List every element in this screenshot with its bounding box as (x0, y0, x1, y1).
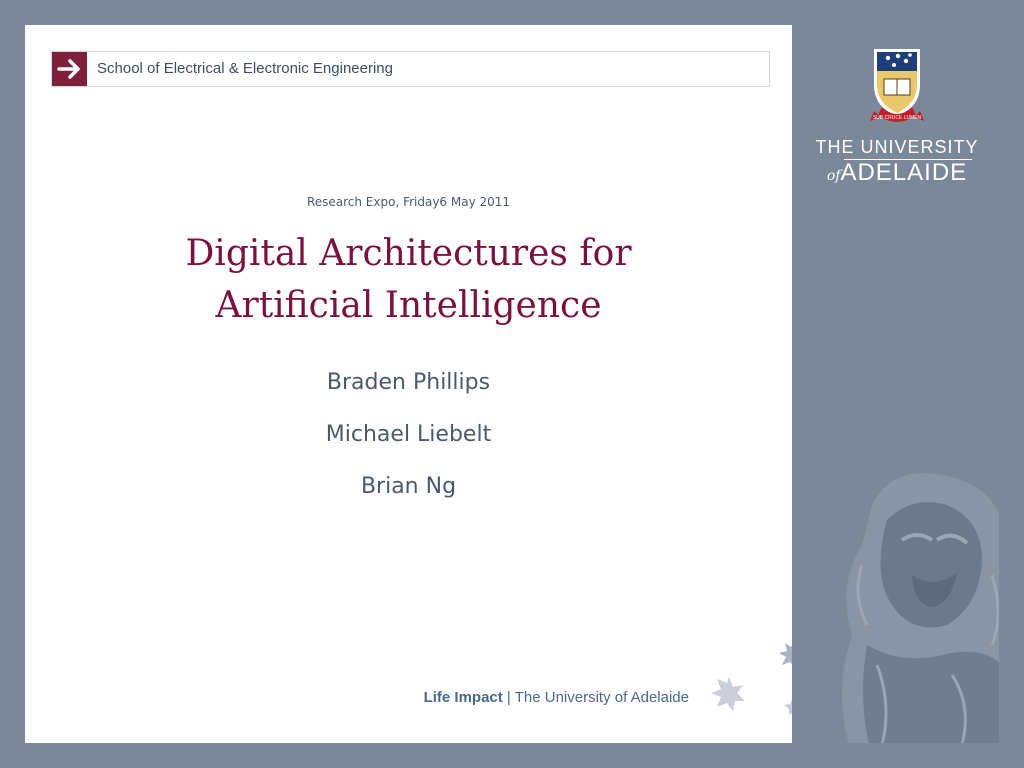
arrow-box (52, 52, 87, 86)
author-name: Braden Phillips (326, 370, 491, 395)
school-banner: School of Electrical & Electronic Engine… (51, 51, 770, 87)
slide-frame: School of Electrical & Electronic Engine… (25, 25, 999, 743)
crest-motto: SUB CRUCE LUMEN (873, 115, 922, 121)
slide-title: Digital Architectures for Artificial Int… (25, 228, 792, 332)
footer-text: Life Impact | The University of Adelaide (25, 689, 689, 706)
author-name: Michael Liebelt (325, 422, 492, 447)
event-subtitle: Research Expo, Friday6 May 2011 (306, 195, 511, 209)
university-crest-icon: SUB CRUCE LUMEN (870, 49, 924, 122)
branding-panel: SUB CRUCE LUMEN THE UNIVERSITY ofADELAID… (792, 25, 999, 743)
footer-tagline: Life Impact (423, 689, 503, 706)
author-name: Brian Ng (360, 474, 457, 499)
school-name: School of Electrical & Electronic Engine… (97, 60, 393, 77)
footer-separator: | (502, 689, 515, 706)
author-list: Braden Phillips Michael Liebelt Brian Ng (25, 365, 792, 521)
footer-institution: The University of Adelaide (514, 689, 689, 706)
university-logo: SUB CRUCE LUMEN THE UNIVERSITY ofADELAID… (812, 45, 982, 186)
lion-watermark-icon (842, 473, 999, 743)
title-line-1: Digital Architectures for (185, 233, 632, 274)
title-line-2: Artificial Intelligence (215, 285, 602, 326)
university-name-line-2: ofADELAIDE (812, 159, 982, 187)
university-name-line-1: THE UNIVERSITY (815, 137, 979, 157)
university-of: of (826, 168, 841, 184)
university-adelaide: ADELAIDE (840, 159, 968, 186)
right-arrow-icon (57, 59, 80, 79)
